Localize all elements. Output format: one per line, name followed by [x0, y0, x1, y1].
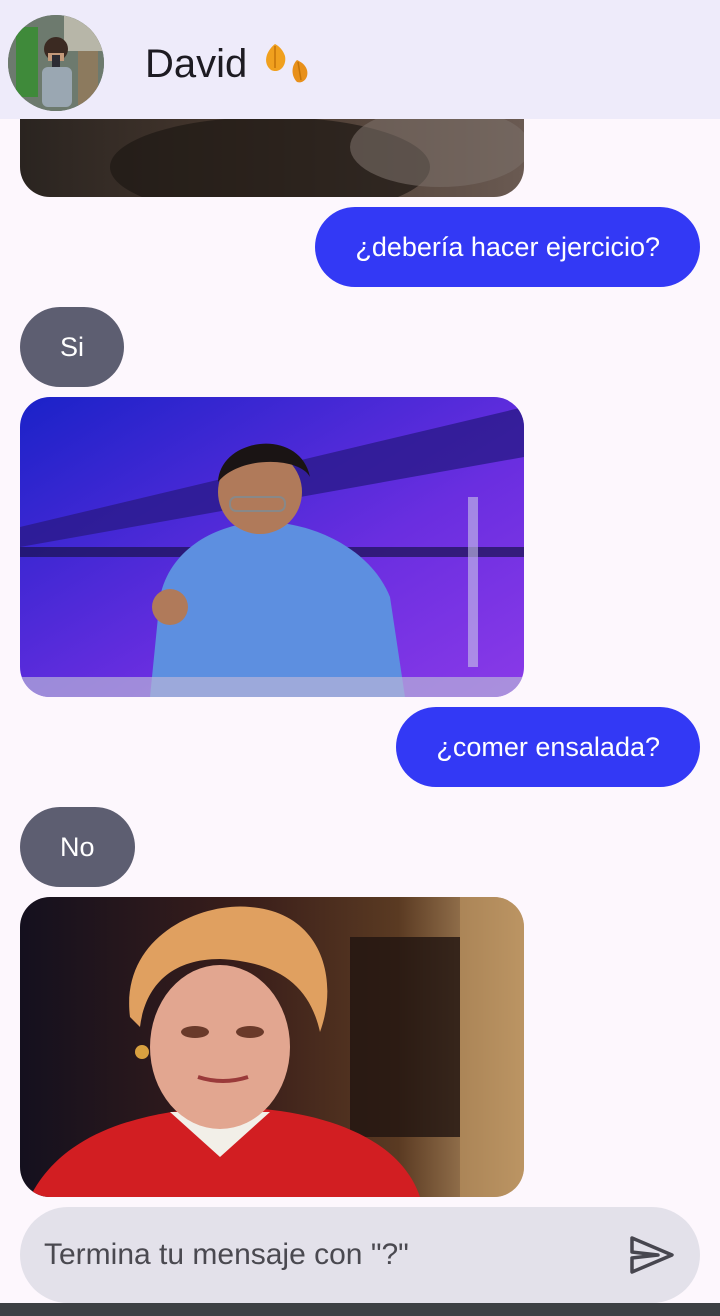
send-icon: [630, 1236, 674, 1274]
avatar[interactable]: [8, 15, 104, 111]
falling-leaves-icon: [266, 44, 308, 83]
gif-message[interactable]: [20, 397, 524, 697]
message-text: No: [60, 831, 95, 862]
contact-name: David: [145, 42, 248, 86]
received-message: Si: [20, 307, 125, 387]
gif-message[interactable]: [20, 119, 524, 197]
message-text: ¿debería hacer ejercicio?: [355, 231, 660, 262]
page-title: David: [145, 38, 313, 90]
send-button[interactable]: [626, 1231, 678, 1279]
sent-message: ¿debería hacer ejercicio?: [315, 207, 700, 287]
gif-message[interactable]: [20, 897, 524, 1197]
message-text: ¿comer ensalada?: [436, 731, 660, 762]
message-list[interactable]: ¿debería hacer ejercicio? Si ¿comer ensa…: [0, 119, 720, 1204]
received-message: No: [20, 807, 135, 887]
sent-message: ¿comer ensalada?: [396, 707, 700, 787]
system-navigation-bar: [0, 1303, 720, 1316]
message-text: Si: [60, 331, 85, 362]
message-composer: [20, 1207, 700, 1303]
app-bar: David: [0, 0, 720, 119]
message-input[interactable]: [44, 1207, 604, 1303]
